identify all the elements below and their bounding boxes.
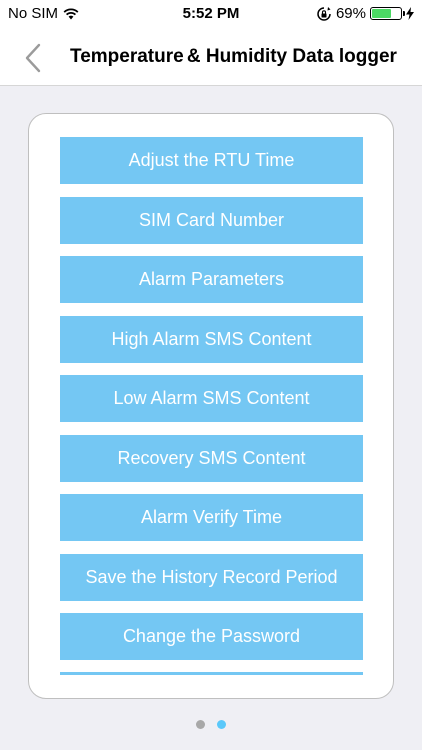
- battery-tip: [403, 11, 405, 16]
- menu-item-history-record-period[interactable]: Save the History Record Period: [60, 553, 363, 601]
- rotation-lock-icon: [317, 6, 331, 21]
- page-dot-2-active[interactable]: [217, 720, 226, 729]
- menu-item-adjust-rtu-time[interactable]: Adjust the RTU Time: [60, 137, 363, 184]
- menu-item-label: Change the Password: [122, 626, 301, 646]
- menu-list: Adjust the RTU Time SIM Card Number Alar…: [60, 137, 363, 673]
- menu-item-label: SIM Card Number: [138, 209, 285, 230]
- menu-item-label: Recovery SMS Content: [117, 447, 306, 468]
- battery-percent: 69%: [335, 5, 366, 22]
- menu-item-alarm-verify-time[interactable]: Alarm Verify Time: [60, 494, 363, 541]
- chevron-left-icon[interactable]: [24, 43, 44, 73]
- battery-fill: [372, 9, 391, 18]
- menu-item-label: High Alarm SMS Content: [111, 328, 312, 349]
- menu-item-label: Alarm Verify Time: [140, 507, 283, 527]
- menu-item-label: Save the History Record Period: [85, 566, 338, 587]
- menu-item-high-alarm-sms[interactable]: High Alarm SMS Content: [60, 315, 363, 363]
- back-button[interactable]: [16, 38, 56, 78]
- status-right: 69%: [316, 5, 414, 22]
- settings-card: Adjust the RTU Time SIM Card Number Alar…: [28, 113, 394, 699]
- menu-item-recovery-sms[interactable]: Recovery SMS Content: [60, 434, 363, 482]
- page-title: Temperature & Humidity Data logger: [70, 46, 397, 67]
- charging-bolt-icon: [406, 7, 414, 20]
- menu-item-label: Adjust the RTU Time: [128, 150, 295, 170]
- menu-item-label: Alarm Parameters: [138, 269, 285, 289]
- menu-item-change-password[interactable]: Change the Password: [60, 613, 363, 660]
- battery-icon: [370, 7, 405, 20]
- content-area: Adjust the RTU Time SIM Card Number Alar…: [0, 86, 422, 750]
- status-bar: No SIM 5:52 PM 69%: [0, 0, 422, 30]
- menu-item-low-alarm-sms[interactable]: Low Alarm SMS Content: [60, 375, 363, 422]
- nav-bar: Temperature & Humidity Data logger: [0, 30, 422, 86]
- menu-item-sim-card-number[interactable]: SIM Card Number: [60, 196, 363, 244]
- menu-item-partially-visible[interactable]: [60, 672, 363, 675]
- page-indicator[interactable]: [0, 720, 422, 729]
- page-dot-1[interactable]: [196, 720, 205, 729]
- menu-item-label: Low Alarm SMS Content: [113, 388, 310, 408]
- menu-item-alarm-parameters[interactable]: Alarm Parameters: [60, 256, 363, 303]
